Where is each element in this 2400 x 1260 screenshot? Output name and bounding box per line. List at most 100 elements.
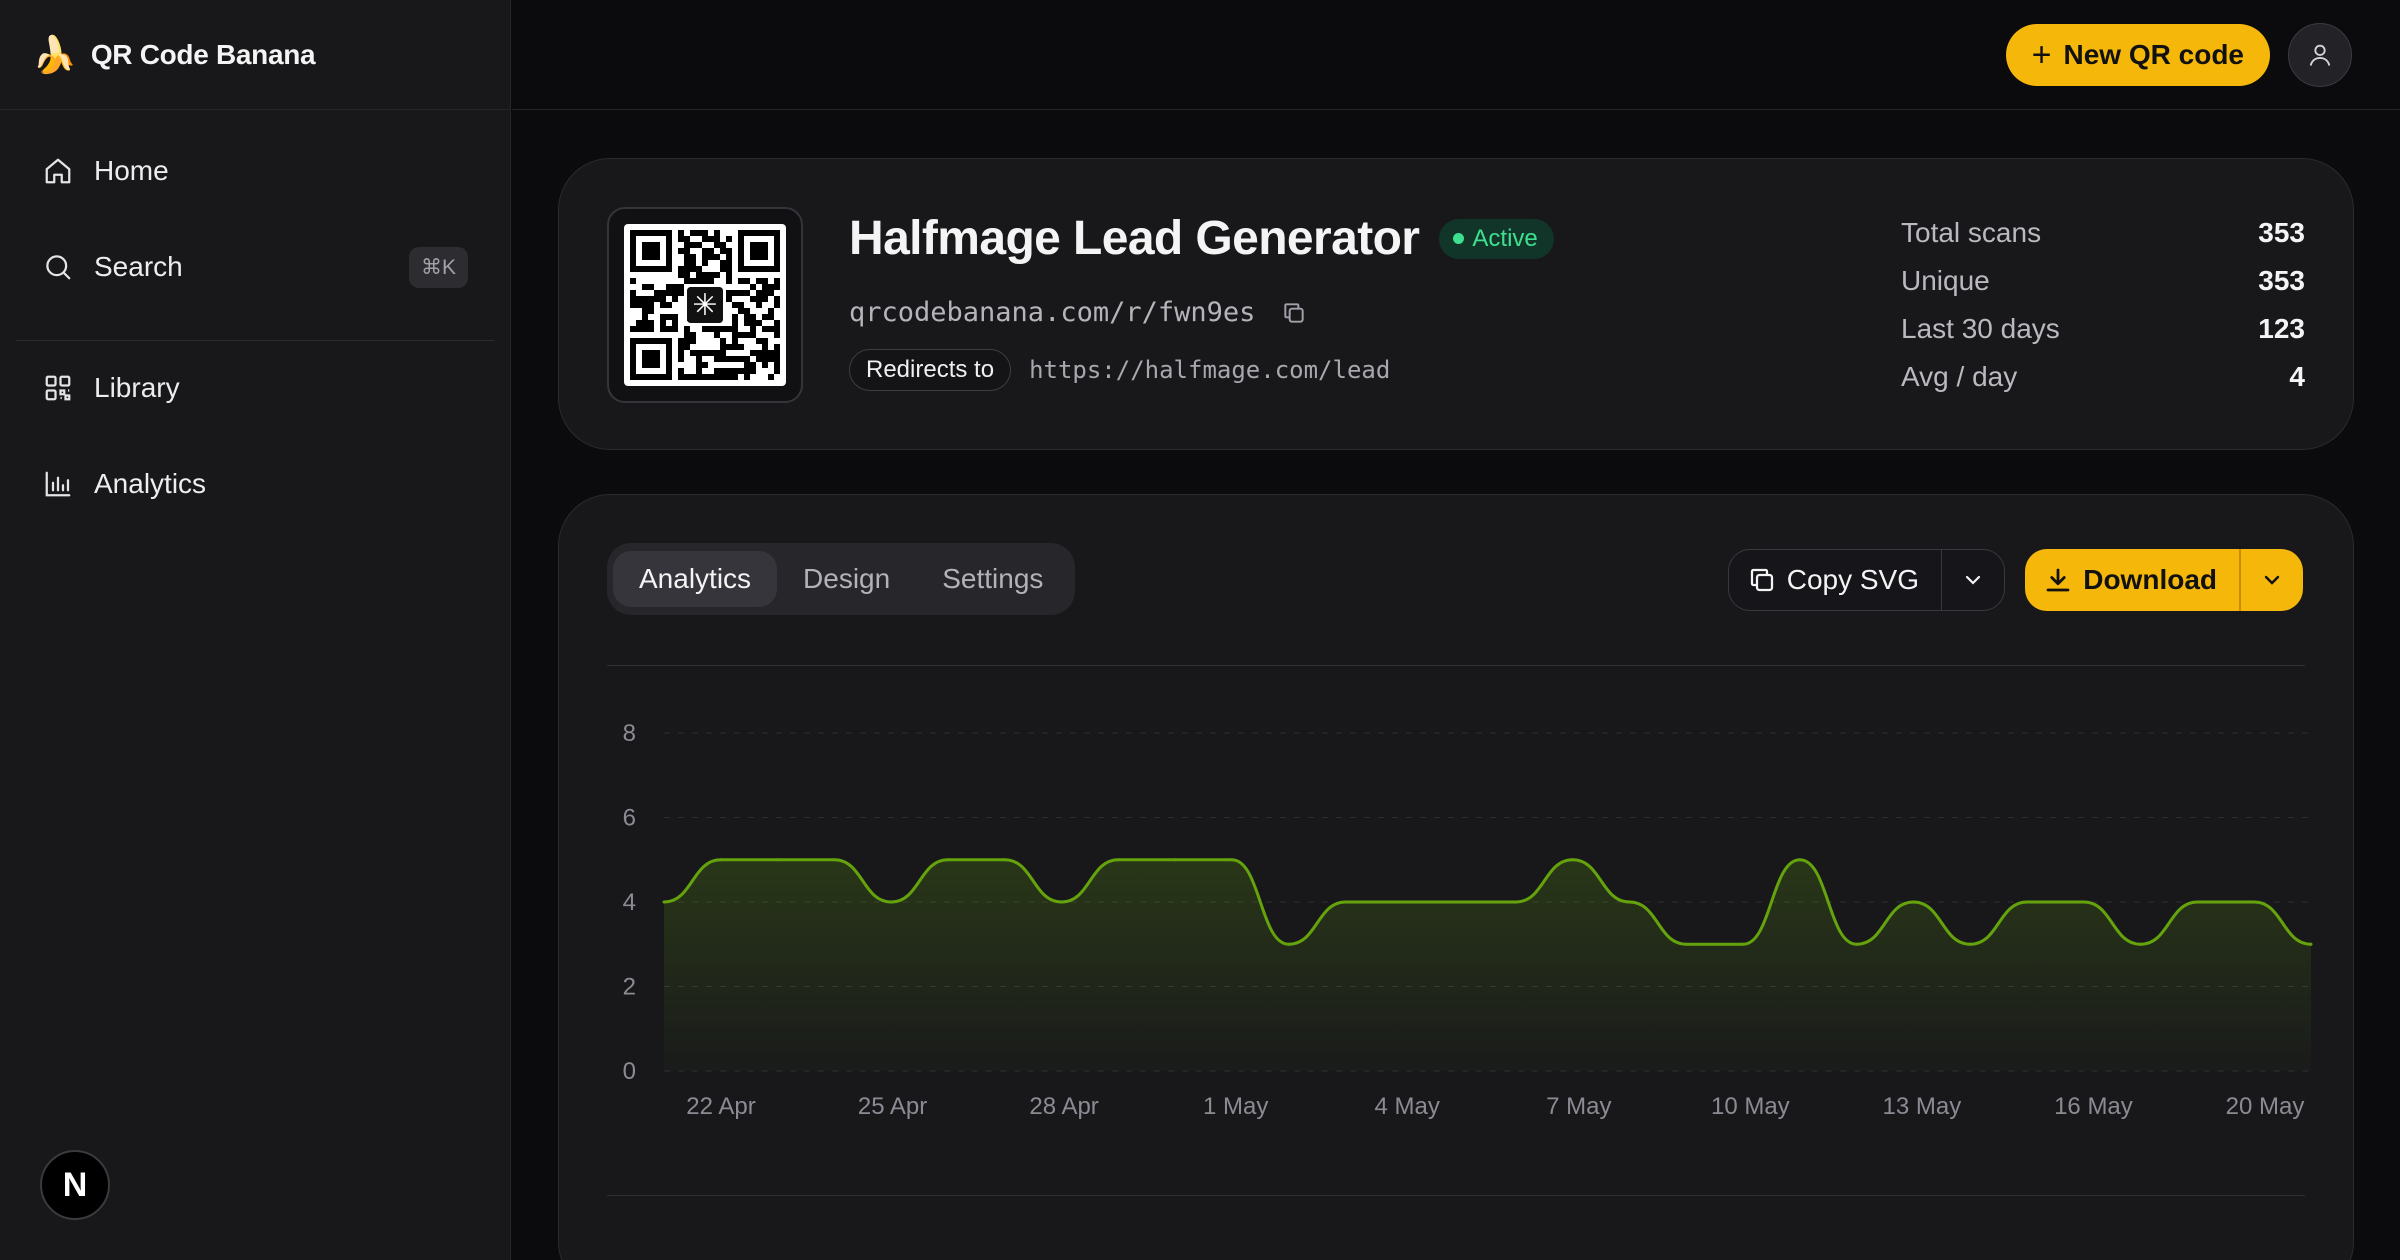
analytics-card: Analytics Design Settings Copy SVG Downl… bbox=[558, 494, 2354, 1260]
x-tick-label: 1 May bbox=[1203, 1093, 1268, 1120]
stat-value: 353 bbox=[2258, 265, 2305, 296]
sidebar-item-search[interactable]: Search ⌘K bbox=[16, 232, 494, 302]
sidebar-item-label: Library bbox=[94, 372, 180, 403]
search-icon bbox=[42, 251, 74, 283]
y-tick-label: 0 bbox=[623, 1058, 636, 1085]
qr-code-image: ✳ bbox=[624, 224, 786, 386]
y-tick-label: 6 bbox=[623, 805, 636, 832]
sidebar-divider bbox=[16, 340, 494, 341]
chart-point bbox=[832, 858, 836, 862]
title-row: Halfmage Lead Generator Active bbox=[849, 211, 1554, 266]
stat-label: Total scans bbox=[1901, 217, 2042, 248]
plus-icon: + bbox=[2031, 35, 2052, 74]
app-name: QR Code Banana bbox=[90, 38, 316, 70]
stat-label: Avg / day bbox=[1901, 361, 2018, 392]
stat-unique: Unique 353 bbox=[1901, 257, 2305, 305]
sidebar-item-label: Analytics bbox=[94, 468, 207, 499]
chart-point bbox=[1344, 900, 1348, 904]
qr-summary-card: ✳ Halfmage Lead Generator Active qrcodeb… bbox=[558, 158, 2354, 450]
chart-point bbox=[2309, 942, 2313, 946]
user-icon bbox=[2309, 44, 2331, 66]
chart-point bbox=[946, 858, 950, 862]
status-badge: Active bbox=[1439, 218, 1554, 259]
y-tick-label: 2 bbox=[623, 974, 636, 1001]
stat-total-scans: Total scans 353 bbox=[1901, 209, 2305, 257]
x-tick-label: 10 May bbox=[1711, 1093, 1790, 1120]
x-tick-label: 25 Apr bbox=[858, 1093, 927, 1120]
stat-last-30-days: Last 30 days 123 bbox=[1901, 305, 2305, 353]
chart-point bbox=[1968, 942, 1972, 946]
sidebar: 🍌 QR Code Banana Home Search ⌘K Library … bbox=[0, 0, 511, 1260]
status-dot-icon bbox=[1453, 233, 1465, 244]
chart-point bbox=[1514, 900, 1518, 904]
short-url: qrcodebanana.com/r/fwn9es bbox=[849, 297, 1307, 328]
chart-point bbox=[1684, 942, 1688, 946]
chart-point bbox=[1457, 900, 1461, 904]
sidebar-item-analytics[interactable]: Analytics bbox=[16, 449, 494, 519]
stat-avg-per-day: Avg / day 4 bbox=[1901, 353, 2305, 401]
chart-point bbox=[889, 900, 893, 904]
home-icon bbox=[42, 155, 74, 187]
status-label: Active bbox=[1472, 224, 1538, 252]
chart-point bbox=[1798, 858, 1802, 862]
brand[interactable]: 🍌 QR Code Banana bbox=[0, 0, 510, 110]
chart-point bbox=[1855, 942, 1859, 946]
sidebar-item-label: Home bbox=[94, 155, 169, 186]
sidebar-item-label: Search bbox=[94, 251, 183, 282]
chart-point bbox=[1116, 858, 1120, 862]
chart-point bbox=[719, 858, 723, 862]
chart-point bbox=[2139, 942, 2143, 946]
chart-point bbox=[1003, 858, 1007, 862]
redirects-to-chip: Redirects to bbox=[849, 349, 1012, 391]
x-tick-label: 16 May bbox=[2054, 1093, 2133, 1120]
chart-point bbox=[776, 858, 780, 862]
sidebar-nav: Home Search ⌘K Library Analytics bbox=[0, 136, 510, 519]
redirect-row: Redirects to https://halfmage.com/lead bbox=[849, 349, 1390, 391]
chart-point bbox=[662, 900, 666, 904]
stats-panel: Total scans 353 Unique 353 Last 30 days … bbox=[1901, 209, 2305, 401]
chart-point bbox=[2082, 900, 2086, 904]
sidebar-item-library[interactable]: Library bbox=[16, 353, 494, 423]
stat-label: Unique bbox=[1901, 265, 1990, 296]
y-tick-label: 4 bbox=[623, 889, 636, 916]
avatar[interactable] bbox=[2288, 23, 2352, 87]
stat-value: 123 bbox=[2258, 313, 2305, 344]
shortcut-badge: ⌘K bbox=[408, 246, 468, 288]
chart-point bbox=[1060, 900, 1064, 904]
chart-point bbox=[1911, 900, 1915, 904]
scans-area-chart: 0 2 4 6 8 22 Apr 25 Apr 28 Apr 1 May 4 May 7 May 1… bbox=[623, 720, 2313, 1120]
chart-point bbox=[2025, 900, 2029, 904]
stat-value: 353 bbox=[2258, 217, 2305, 248]
y-tick-label: 8 bbox=[623, 720, 636, 747]
banana-logo-icon: 🍌 bbox=[32, 33, 77, 75]
chart-point bbox=[1400, 900, 1404, 904]
x-tick-label: 28 Apr bbox=[1029, 1093, 1098, 1120]
redirect-url[interactable]: https://halfmage.com/lead bbox=[1029, 356, 1390, 384]
qr-code-preview[interactable]: ✳ bbox=[607, 207, 803, 403]
copy-icon[interactable] bbox=[1281, 300, 1307, 326]
new-qr-code-label: New QR code bbox=[2063, 39, 2244, 70]
chart-point bbox=[2195, 900, 2199, 904]
x-tick-label: 4 May bbox=[1375, 1093, 1440, 1120]
x-tick-label: 7 May bbox=[1546, 1093, 1611, 1120]
x-tick-label: 22 Apr bbox=[686, 1093, 755, 1120]
sidebar-item-home[interactable]: Home bbox=[16, 136, 494, 206]
topbar: + New QR code bbox=[512, 0, 2400, 110]
app-root: 🍌 QR Code Banana Home Search ⌘K Library … bbox=[0, 0, 2400, 1260]
x-tick-label: 13 May bbox=[1883, 1093, 1962, 1120]
chart-point bbox=[1627, 900, 1631, 904]
qr-title: Halfmage Lead Generator bbox=[849, 212, 1420, 265]
new-qr-code-button[interactable]: + New QR code bbox=[2005, 24, 2270, 86]
svg-text:✳: ✳ bbox=[692, 289, 717, 322]
section-divider bbox=[607, 1195, 2305, 1196]
chart-point bbox=[1173, 858, 1177, 862]
chart-point bbox=[2252, 900, 2256, 904]
chart-point bbox=[1741, 942, 1745, 946]
n-badge[interactable]: N bbox=[40, 1150, 110, 1220]
stat-label: Last 30 days bbox=[1901, 313, 2060, 344]
chart-point bbox=[1230, 858, 1234, 862]
short-url-text: qrcodebanana.com/r/fwn9es bbox=[849, 297, 1256, 328]
chart-point bbox=[1571, 858, 1575, 862]
bar-chart-icon bbox=[42, 468, 74, 500]
stat-value: 4 bbox=[2289, 361, 2305, 392]
